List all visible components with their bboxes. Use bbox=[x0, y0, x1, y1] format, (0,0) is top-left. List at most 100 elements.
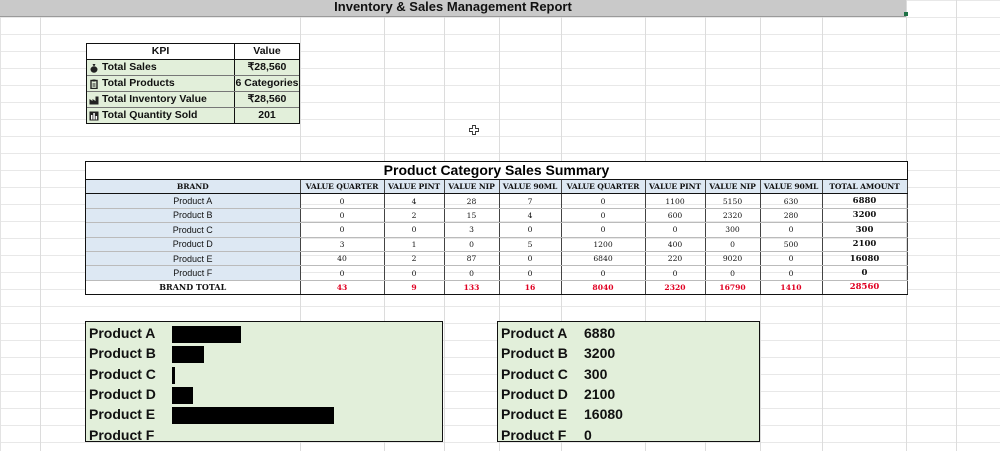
value-cell[interactable]: 0 bbox=[705, 265, 761, 281]
brand-cell[interactable]: Product E bbox=[86, 251, 301, 267]
value-cell[interactable]: 4 bbox=[384, 193, 445, 209]
value-cell[interactable]: 7 bbox=[499, 193, 562, 209]
value-cell[interactable]: 2320 bbox=[705, 208, 761, 224]
value-cell[interactable]: 3 bbox=[444, 222, 500, 238]
value-cell[interactable]: 0 bbox=[384, 265, 445, 281]
brand-total-cell[interactable]: 9 bbox=[384, 279, 445, 295]
value-cell[interactable]: 2 bbox=[384, 208, 445, 224]
total-amount-cell[interactable]: 3200 bbox=[822, 208, 908, 224]
kpi-value[interactable]: ₹28,560 bbox=[235, 60, 299, 75]
brand-cell[interactable]: Product B bbox=[86, 208, 301, 224]
value-cell[interactable]: 220 bbox=[645, 251, 706, 267]
value-cell[interactable]: 400 bbox=[645, 237, 706, 252]
column-header[interactable]: VALUE PINT bbox=[645, 180, 706, 195]
value-cell[interactable]: 0 bbox=[760, 251, 823, 267]
value-cell[interactable]: 0 bbox=[760, 222, 823, 238]
summary-title[interactable]: Product Category Sales Summary bbox=[86, 162, 907, 180]
kpi-header-kpi[interactable]: KPI bbox=[87, 44, 235, 59]
value-cell[interactable]: 0 bbox=[561, 208, 646, 224]
brand-total-cell[interactable]: 2320 bbox=[645, 279, 706, 295]
brand-cell[interactable]: Product A bbox=[86, 193, 301, 209]
total-amount-cell[interactable]: 16080 bbox=[822, 251, 908, 267]
kpi-table: KPI Value Total Sales ₹28,560 Total Prod… bbox=[86, 43, 300, 124]
kpi-value[interactable]: ₹28,560 bbox=[235, 92, 299, 107]
value-cell[interactable]: 1 bbox=[384, 237, 445, 252]
value-cell[interactable]: 15 bbox=[444, 208, 500, 224]
value-cell[interactable]: 0 bbox=[444, 237, 500, 252]
value-cell[interactable]: 0 bbox=[561, 222, 646, 238]
sales-summary-table: Product Category Sales Summary BRAND VALU… bbox=[85, 161, 908, 296]
brand-cell[interactable]: Product C bbox=[86, 222, 301, 238]
value-cell[interactable]: 2 bbox=[384, 251, 445, 267]
value-cell[interactable]: 500 bbox=[760, 237, 823, 252]
brand-total-cell[interactable]: 8040 bbox=[561, 279, 646, 295]
value-cell[interactable]: 1200 bbox=[561, 237, 646, 252]
kpi-label-cell[interactable]: Total Sales bbox=[87, 60, 235, 75]
column-header[interactable]: TOTAL AMOUNT bbox=[822, 180, 908, 195]
brand-total-cell[interactable]: 28560 bbox=[822, 279, 908, 295]
report-title[interactable]: Inventory & Sales Management Report bbox=[0, 0, 906, 17]
value-cell[interactable]: 9020 bbox=[705, 251, 761, 267]
value-cell[interactable]: 0 bbox=[300, 193, 385, 209]
brand-total-cell[interactable]: 16790 bbox=[705, 279, 761, 295]
value-cell[interactable]: 630 bbox=[760, 193, 823, 209]
brand-total-cell[interactable]: 16 bbox=[499, 279, 562, 295]
total-amount-cell[interactable]: 0 bbox=[822, 265, 908, 281]
kpi-header-value[interactable]: Value bbox=[235, 44, 299, 59]
value-cell[interactable]: 87 bbox=[444, 251, 500, 267]
bar-row: Product A bbox=[86, 323, 442, 343]
value-cell[interactable]: 5150 bbox=[705, 193, 761, 209]
bar-row: Product E bbox=[86, 404, 442, 425]
value-cell[interactable]: 280 bbox=[760, 208, 823, 224]
brand-total-label[interactable]: BRAND TOTAL bbox=[86, 279, 301, 295]
value-cell[interactable]: 0 bbox=[499, 222, 562, 238]
brand-cell[interactable]: Product D bbox=[86, 237, 301, 252]
value-cell[interactable]: 0 bbox=[444, 265, 500, 281]
bar-label: Product A bbox=[89, 325, 156, 341]
total-amount-cell[interactable]: 6880 bbox=[822, 193, 908, 209]
value-cell[interactable]: 0 bbox=[384, 222, 445, 238]
value-cell[interactable]: 0 bbox=[705, 237, 761, 252]
kpi-value[interactable]: 201 bbox=[235, 108, 299, 123]
value-cell[interactable]: 300 bbox=[705, 222, 761, 238]
value-cell[interactable]: 28 bbox=[444, 193, 500, 209]
column-header[interactable]: VALUE PINT bbox=[384, 180, 445, 195]
value-cell[interactable]: 0 bbox=[499, 265, 562, 281]
value-cell[interactable]: 0 bbox=[645, 265, 706, 281]
column-header[interactable]: BRAND bbox=[86, 180, 301, 195]
kpi-label-cell[interactable]: Total Products bbox=[87, 76, 235, 91]
value-cell[interactable]: 0 bbox=[300, 208, 385, 224]
value-row: Product C 300 bbox=[498, 364, 759, 384]
brand-total-cell[interactable]: 43 bbox=[300, 279, 385, 295]
kpi-label-cell[interactable]: Total Quantity Sold bbox=[87, 108, 235, 123]
kpi-label-cell[interactable]: Total Inventory Value bbox=[87, 92, 235, 107]
value-cell[interactable]: 600 bbox=[645, 208, 706, 224]
value-cell[interactable]: 0 bbox=[760, 265, 823, 281]
brand-cell[interactable]: Product F bbox=[86, 265, 301, 281]
brand-total-cell[interactable]: 133 bbox=[444, 279, 500, 295]
fill-handle[interactable] bbox=[904, 12, 908, 16]
total-amount-cell[interactable]: 300 bbox=[822, 222, 908, 238]
factory-icon bbox=[89, 96, 99, 104]
value-cell[interactable]: 1100 bbox=[645, 193, 706, 209]
brand-total-cell[interactable]: 1410 bbox=[760, 279, 823, 295]
total-amount-cell[interactable]: 2100 bbox=[822, 237, 908, 252]
value-cell[interactable]: 0 bbox=[300, 222, 385, 238]
value-cell[interactable]: 0 bbox=[645, 222, 706, 238]
column-header[interactable]: VALUE NIP bbox=[444, 180, 500, 195]
value-cell[interactable]: 40 bbox=[300, 251, 385, 267]
value-cell[interactable]: 3 bbox=[300, 237, 385, 252]
value-cell[interactable]: 0 bbox=[499, 251, 562, 267]
column-header[interactable]: VALUE QUARTER bbox=[561, 180, 646, 195]
value-cell[interactable]: 0 bbox=[300, 265, 385, 281]
kpi-value[interactable]: 6 Categories bbox=[235, 76, 299, 91]
value-cell[interactable]: 6840 bbox=[561, 251, 646, 267]
value-cell[interactable]: 5 bbox=[499, 237, 562, 252]
value-cell[interactable]: 0 bbox=[561, 265, 646, 281]
column-header[interactable]: VALUE 90ML bbox=[499, 180, 562, 195]
value-cell[interactable]: 0 bbox=[561, 193, 646, 209]
column-header[interactable]: VALUE NIP bbox=[705, 180, 761, 195]
column-header[interactable]: VALUE QUARTER bbox=[300, 180, 385, 195]
value-cell[interactable]: 4 bbox=[499, 208, 562, 224]
column-header[interactable]: VALUE 90ML bbox=[760, 180, 823, 195]
